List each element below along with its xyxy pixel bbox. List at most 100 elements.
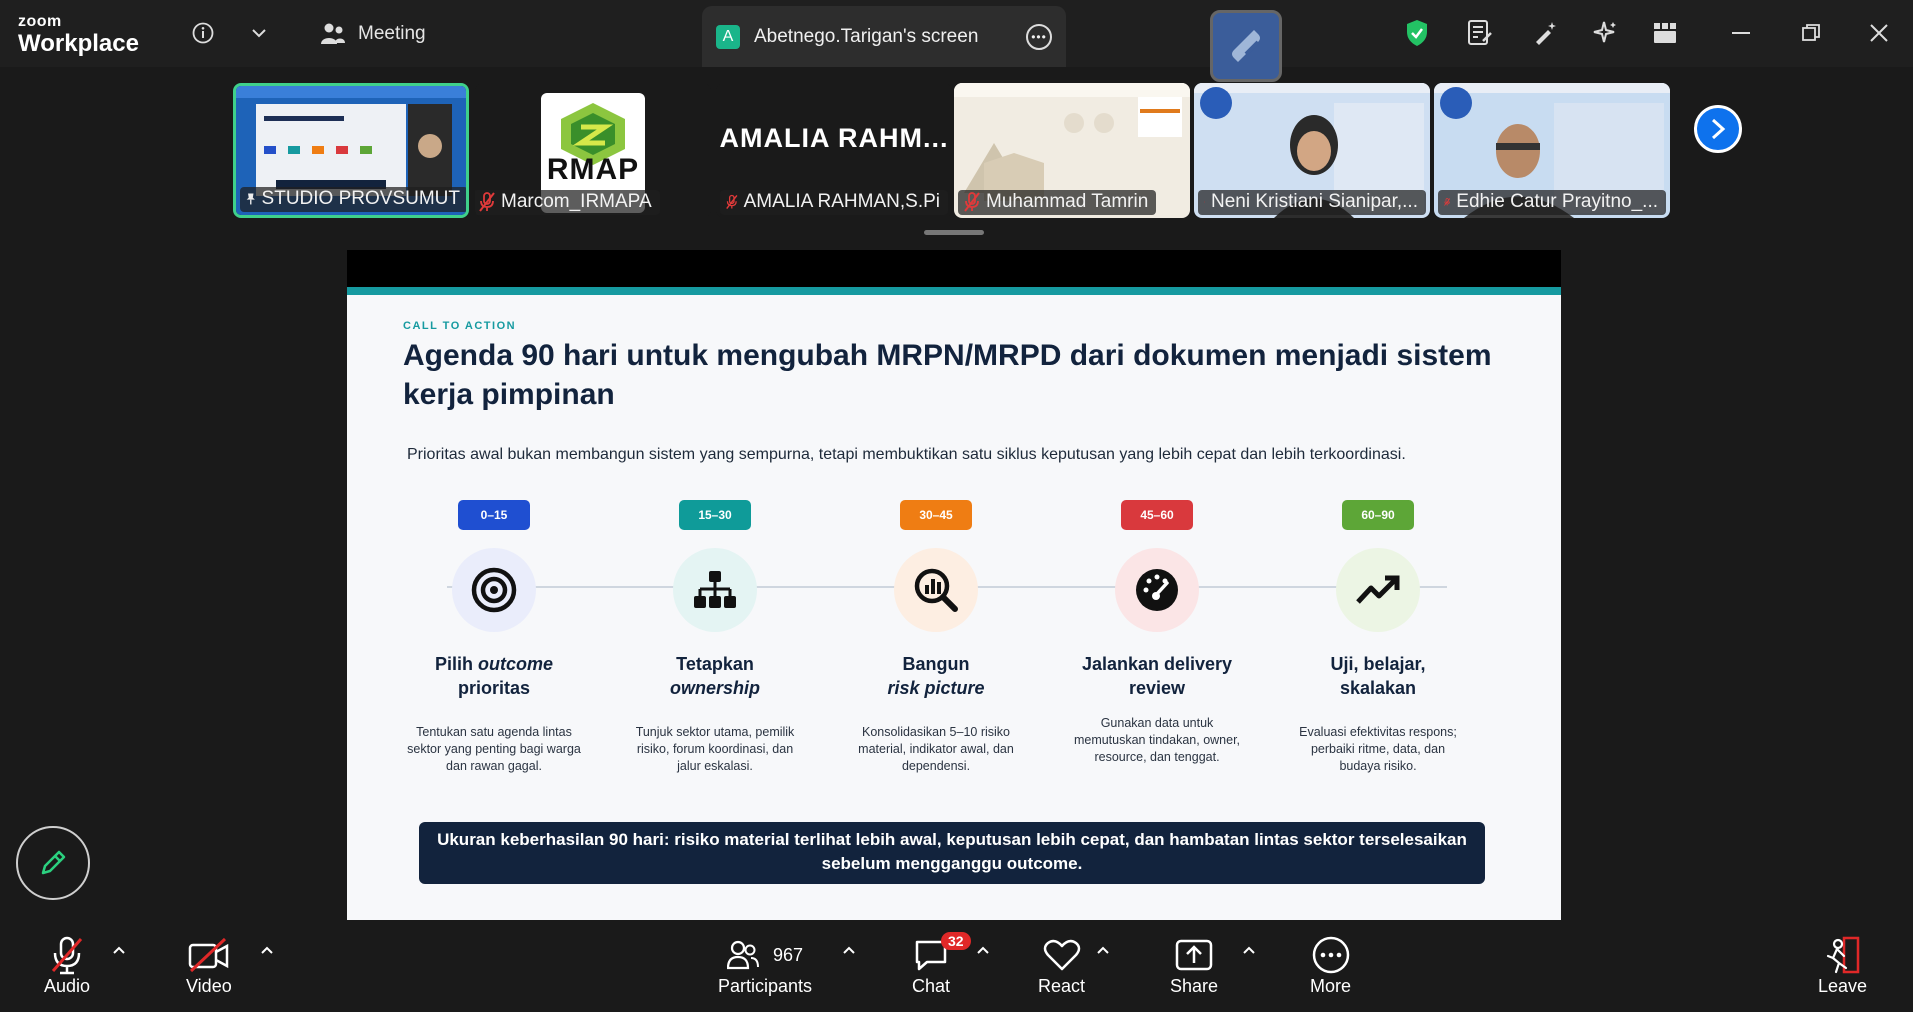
- share-label: Share: [1170, 976, 1219, 996]
- leave-button[interactable]: Leave: [1818, 934, 1867, 997]
- close-icon[interactable]: [1862, 16, 1896, 50]
- sharer-avatar: A: [716, 24, 740, 49]
- brand-bottom: Workplace: [18, 30, 139, 57]
- audio-button[interactable]: Audio: [44, 934, 90, 997]
- gallery-resize-handle[interactable]: [924, 230, 984, 235]
- success-metric-callout: Ukuran keberhasilan 90 hari: risiko mate…: [419, 822, 1485, 884]
- participant-label: STUDIO PROVSUMUT: [240, 187, 466, 212]
- leave-label: Leave: [1818, 976, 1868, 996]
- chat-label: Chat: [912, 976, 951, 996]
- pin-icon: [246, 193, 255, 205]
- participants-button[interactable]: 967 Participants: [718, 934, 812, 997]
- participant-tile[interactable]: STUDIO PROVSUMUT: [233, 83, 469, 218]
- chat-options-caret[interactable]: [976, 942, 990, 960]
- participant-tile[interactable]: Muhammad Tamrin: [954, 83, 1190, 218]
- info-icon[interactable]: [186, 16, 220, 50]
- video-button[interactable]: Video: [186, 934, 232, 997]
- step-range-badge: 45–60: [1121, 500, 1193, 530]
- people-icon: [321, 23, 345, 44]
- participant-gallery: STUDIO PROVSUMUT RMAP Marcom_IRMAPA AMAL…: [0, 67, 1913, 247]
- timeline-step: 0–15 Pilih outcome prioritas Tentukan sat…: [399, 500, 589, 775]
- mic-muted-icon: [479, 192, 495, 212]
- participant-label: Marcom_IRMAPA: [475, 190, 660, 215]
- trend-up-icon: [1336, 548, 1420, 632]
- video-off-icon: [187, 934, 231, 976]
- org-chart-icon: [673, 548, 757, 632]
- step-description: Gunakan data untuk memutuskan tindakan, …: [1073, 716, 1241, 764]
- slide-accent-bar: [347, 287, 1561, 295]
- participant-tile[interactable]: Edhie Catur Prayitno_...: [1434, 83, 1670, 218]
- ai-companion-icon[interactable]: [1588, 16, 1622, 50]
- mic-muted-icon: [1444, 198, 1451, 206]
- brand-top: zoom: [18, 13, 62, 30]
- target-icon: [452, 548, 536, 632]
- share-button[interactable]: Share: [1170, 934, 1218, 997]
- more-options-icon[interactable]: •••: [1026, 24, 1052, 50]
- shield-icon[interactable]: [1400, 16, 1434, 50]
- chevron-up-icon: [1243, 946, 1255, 954]
- chat-icon: 32: [913, 932, 971, 976]
- gauge-icon: [1115, 548, 1199, 632]
- apps-grid-icon[interactable]: [1648, 16, 1682, 50]
- chat-button[interactable]: 32 Chat: [912, 932, 971, 997]
- chat-unread-badge: 32: [941, 932, 971, 950]
- step-title: Uji, belajar, skalakan: [1330, 654, 1426, 698]
- minimize-icon[interactable]: [1724, 16, 1758, 50]
- participant-name: STUDIO PROVSUMUT: [261, 188, 460, 209]
- video-options-caret[interactable]: [260, 942, 274, 960]
- notes-icon[interactable]: [1463, 16, 1497, 50]
- participant-name: Marcom_IRMAPA: [501, 191, 652, 212]
- slide-title: Agenda 90 hari untuk mengubah MRPN/MRPD …: [403, 339, 1492, 411]
- chevron-up-icon: [261, 946, 273, 954]
- participant-label: Neni Kristiani Sianipar,...: [1198, 190, 1426, 215]
- shared-screen-tab[interactable]: A Abetnego.Tarigan's screen •••: [702, 6, 1066, 67]
- shared-slide: CALL TO ACTION Agenda 90 hari untuk meng…: [347, 250, 1561, 920]
- participant-label: AMALIA RAHMAN,S.Pi: [720, 190, 948, 215]
- participant-tile[interactable]: RMAP Marcom_IRMAPA: [475, 83, 711, 218]
- mic-muted-icon: [726, 194, 738, 209]
- share-options-caret[interactable]: [1242, 942, 1256, 960]
- magic-pen-icon[interactable]: [1528, 16, 1562, 50]
- logo-text: RMAP: [546, 153, 640, 186]
- slide-subtitle: Prioritas awal bukan membangun sistem ya…: [407, 446, 1406, 463]
- participant-name: Edhie Catur Prayitno_...: [1456, 191, 1658, 212]
- chevron-down-icon[interactable]: [242, 16, 276, 50]
- step-title: Tetapkan ownership: [669, 654, 760, 698]
- step-range-badge: 60–90: [1342, 500, 1414, 530]
- audio-label: Audio: [44, 976, 91, 996]
- participant-display-name: AMALIA RAHM...: [719, 123, 949, 153]
- magnifier-chart-icon: [894, 548, 978, 632]
- more-dots-icon: [1312, 934, 1350, 976]
- participant-tile[interactable]: Neni Kristiani Sianipar,...: [1194, 83, 1430, 218]
- participant-count: 967: [773, 944, 804, 965]
- timeline-step: 60–90 Uji, belajar, skalakan Evaluasi ef…: [1283, 500, 1473, 775]
- annotate-button[interactable]: [16, 826, 90, 900]
- zoom-logo: zoom Workplace: [18, 14, 139, 56]
- more-button[interactable]: More: [1310, 934, 1351, 997]
- chevron-up-icon: [113, 946, 125, 954]
- more-label: More: [1310, 976, 1352, 996]
- mic-muted-icon: [964, 192, 980, 212]
- participant-tile[interactable]: AMALIA RAHM... AMALIA RAHMAN,S.Pi: [716, 83, 952, 218]
- participant-label: Edhie Catur Prayitno_...: [1438, 190, 1666, 215]
- react-options-caret[interactable]: [1096, 942, 1110, 960]
- video-label: Video: [186, 976, 232, 996]
- mic-muted-icon: [47, 934, 87, 976]
- restore-icon[interactable]: [1794, 16, 1828, 50]
- participants-options-caret[interactable]: [842, 942, 856, 960]
- slide-top-band: [347, 250, 1561, 287]
- chevron-up-icon: [1097, 946, 1109, 954]
- gallery-next-button[interactable]: [1694, 105, 1742, 153]
- chevron-up-icon: [843, 946, 855, 954]
- step-range-badge: 15–30: [679, 500, 751, 530]
- step-range-badge: 30–45: [900, 500, 972, 530]
- participant-label: Muhammad Tamrin: [958, 190, 1157, 215]
- timeline-step: 45–60 Jalankan delivery review Gunakan d…: [1062, 500, 1252, 766]
- participants-icon: [727, 940, 759, 970]
- meeting-button[interactable]: Meeting: [320, 18, 426, 50]
- audio-options-caret[interactable]: [112, 942, 126, 960]
- share-screen-icon: [1175, 934, 1213, 976]
- react-button[interactable]: React: [1038, 934, 1085, 997]
- react-label: React: [1038, 976, 1086, 996]
- step-title: Bangun risk picture: [887, 654, 985, 698]
